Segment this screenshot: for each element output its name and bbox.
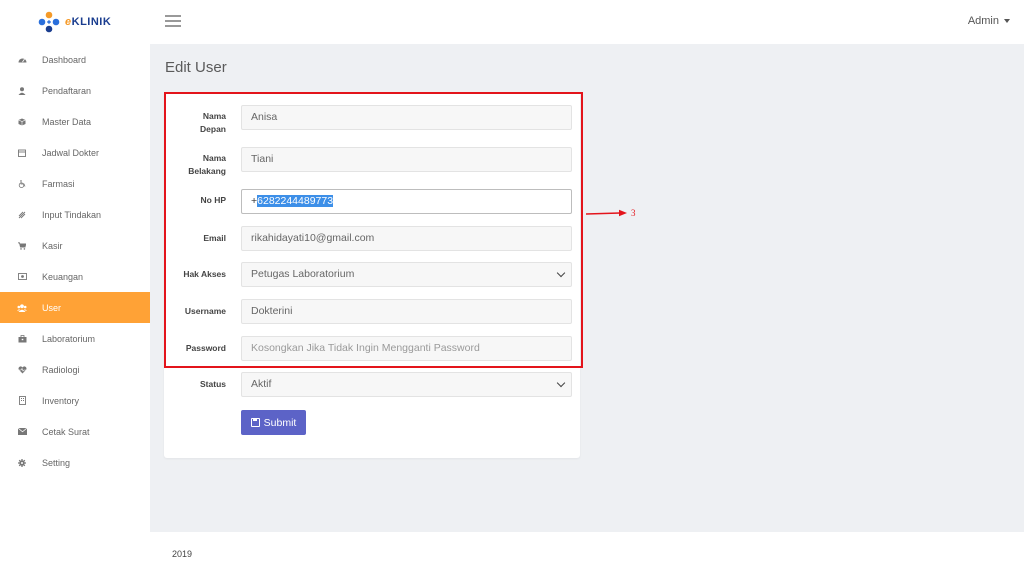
password-label: Password xyxy=(185,343,226,353)
nama-depan-input[interactable]: Anisa xyxy=(241,105,572,130)
sidebar-item-inventory[interactable]: Inventory xyxy=(0,385,150,416)
sidebar-item-radiologi[interactable]: Radiologi xyxy=(0,354,150,385)
sidebar-item-label: Dashboard xyxy=(42,54,87,65)
wheelchair-icon xyxy=(17,179,27,189)
sidebar-item-label: Farmasi xyxy=(42,178,75,189)
user-icon xyxy=(17,86,27,96)
medkit-icon xyxy=(17,210,27,220)
sidebar-item-label: Inventory xyxy=(42,395,80,406)
sidebar-item-label: Setting xyxy=(42,457,71,468)
password-input[interactable]: Kosongkan Jika Tidak Ingin Mengganti Pas… xyxy=(241,336,572,361)
sidebar-item-label: Master Data xyxy=(42,116,92,127)
chevron-down-icon xyxy=(556,268,566,278)
username-input[interactable]: Dokterini xyxy=(241,299,572,324)
footer-text: 2019 xyxy=(172,549,193,559)
user-menu[interactable]: Admin xyxy=(968,15,1010,27)
submit-label: Submit xyxy=(263,416,297,429)
user-menu-label: Admin xyxy=(967,15,999,27)
annotation-arrow-icon xyxy=(586,209,627,217)
sidebar-item-label: Kasir xyxy=(42,240,63,251)
money-icon xyxy=(17,272,27,282)
caret-down-icon xyxy=(1004,19,1010,24)
edit-user-form: Nama Depan Anisa Nama Belakang Tiani No HP… xyxy=(164,92,580,458)
sidebar-item-laboratorium[interactable]: Laboratorium xyxy=(0,323,150,354)
menu-toggle-icon[interactable] xyxy=(165,15,181,27)
sidebar-nav: Dashboard Pendaftaran Master Data Jadwal… xyxy=(0,44,150,478)
sidebar-item-label: Cetak Surat xyxy=(42,426,90,437)
nama-belakang-label: Nama Belakang xyxy=(188,153,226,176)
nama-belakang-input[interactable]: Tiani xyxy=(241,147,572,172)
sidebar-item-label: Laboratorium xyxy=(42,333,96,344)
sidebar-item-jadwal-dokter[interactable]: Jadwal Dokter xyxy=(0,137,150,168)
hak-akses-select[interactable]: Petugas Laboratorium xyxy=(241,262,572,287)
sidebar-item-kasir[interactable]: Kasir xyxy=(0,230,150,261)
sidebar-item-pendaftaran[interactable]: Pendaftaran xyxy=(0,75,150,106)
sidebar: eKLINIK Dashboard Pendaftaran Master Dat… xyxy=(0,0,150,575)
calendar-icon xyxy=(17,148,27,158)
logo-text: eKLINIK xyxy=(65,16,112,28)
sidebar-item-master-data[interactable]: Master Data xyxy=(0,106,150,137)
sidebar-item-cetak-surat[interactable]: Cetak Surat xyxy=(0,416,150,447)
sidebar-item-label: Jadwal Dokter xyxy=(42,147,100,158)
gear-icon xyxy=(17,458,27,468)
sidebar-item-dashboard[interactable]: Dashboard xyxy=(0,44,150,75)
footer: 2019 xyxy=(150,532,1024,575)
sidebar-item-farmasi[interactable]: Farmasi xyxy=(0,168,150,199)
cart-icon xyxy=(17,241,27,251)
sidebar-item-label: Radiologi xyxy=(42,364,80,375)
email-label: Email xyxy=(203,233,226,243)
annotation-number: 3 xyxy=(631,208,636,218)
hak-akses-label: Hak Akses xyxy=(183,269,226,279)
selected-text: 6282244489773 xyxy=(257,195,334,207)
sidebar-item-label: User xyxy=(42,302,62,313)
chevron-down-icon xyxy=(556,378,566,388)
sidebar-item-setting[interactable]: Setting xyxy=(0,447,150,478)
save-icon xyxy=(250,418,260,427)
status-value: Aktif xyxy=(251,378,272,390)
nama-depan-label: Nama Depan xyxy=(200,111,226,134)
cube-icon xyxy=(17,117,27,127)
username-label: Username xyxy=(184,306,226,316)
sidebar-item-input-tindakan[interactable]: Input Tindakan xyxy=(0,199,150,230)
envelope-icon xyxy=(17,427,27,437)
no-hp-label: No HP xyxy=(200,195,227,205)
sidebar-item-label: Input Tindakan xyxy=(42,209,102,220)
page-title: Edit User xyxy=(165,59,227,76)
no-hp-input[interactable]: +6282244489773 xyxy=(241,189,572,214)
building-icon xyxy=(17,396,27,406)
status-label: Status xyxy=(200,379,226,389)
sidebar-item-keuangan[interactable]: Keuangan xyxy=(0,261,150,292)
submit-button[interactable]: Submit xyxy=(241,410,306,435)
app-logo[interactable]: eKLINIK xyxy=(0,0,150,44)
email-input[interactable]: rikahidayati10@gmail.com xyxy=(241,226,572,251)
hak-akses-value: Petugas Laboratorium xyxy=(251,268,355,280)
dashboard-icon xyxy=(17,55,27,65)
users-icon xyxy=(17,303,27,313)
heartbeat-icon xyxy=(17,365,27,375)
top-bar: Admin xyxy=(150,0,1024,44)
sidebar-item-label: Pendaftaran xyxy=(42,85,92,96)
status-select[interactable]: Aktif xyxy=(241,372,572,397)
sidebar-item-label: Keuangan xyxy=(42,271,84,282)
briefcase-icon xyxy=(17,334,27,344)
cross-logo-icon xyxy=(38,11,60,33)
sidebar-item-user[interactable]: User xyxy=(0,292,150,323)
